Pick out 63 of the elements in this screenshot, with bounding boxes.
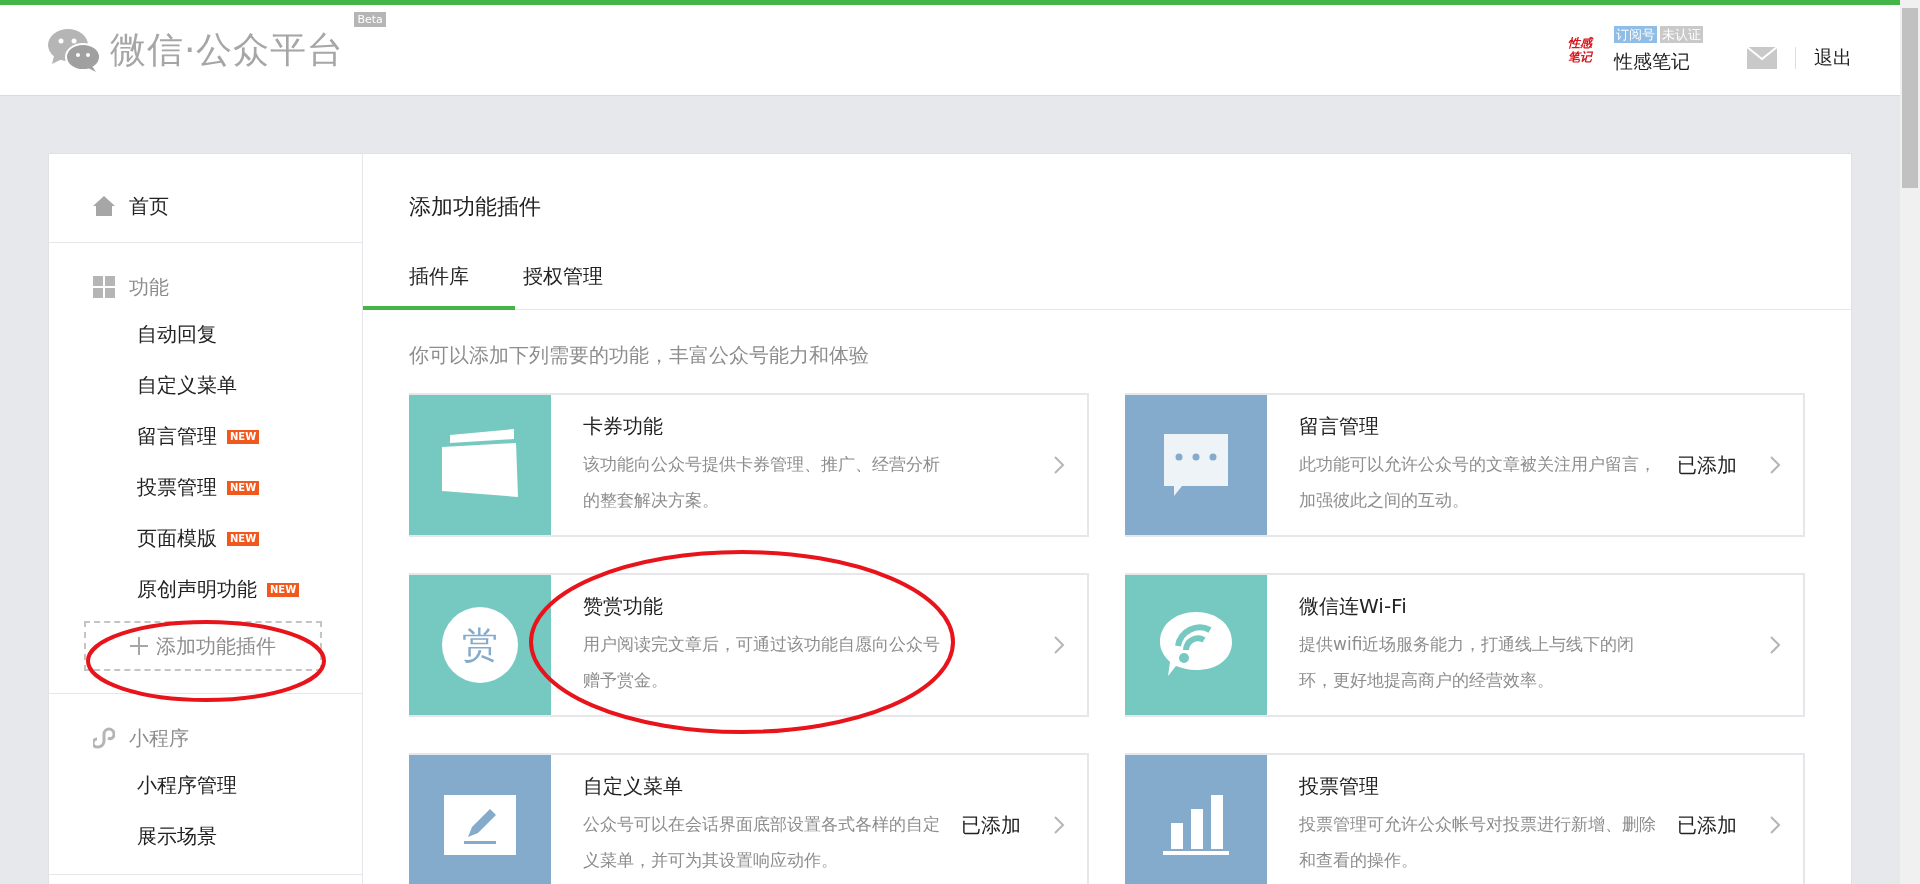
plugin-description: 投票管理可允许公众帐号对投票进行新增、删除和查看的操作。 — [1299, 813, 1657, 872]
account-avatar: 性感 笔记 — [1568, 35, 1592, 65]
plugin-card[interactable]: 赏 赞赏功能 用户阅读完文章后，可通过该功能自愿向公众号赠予赏金。 — [409, 573, 1089, 717]
new-badge: NEW — [227, 429, 260, 444]
plugin-card[interactable]: 留言管理 此功能可以允许公众号的文章被关注用户留言，加强彼此之间的互动。 已添加 — [1125, 393, 1805, 537]
sidebar-section[interactable]: 首页 — [49, 184, 362, 228]
plugin-description: 公众号可以在会话界面底部设置各式各样的自定义菜单，并可为其设置响应动作。 — [583, 813, 941, 872]
plugin-name: 卡券功能 — [583, 413, 664, 440]
added-status: 已添加 — [1677, 811, 1737, 839]
plugin-name: 赞赏功能 — [583, 593, 664, 620]
logo-text: 微信·公众平台 — [110, 27, 345, 72]
grid-icon — [93, 276, 115, 298]
wifi-bubble-icon — [1160, 612, 1232, 678]
new-badge: NEW — [267, 582, 300, 597]
chevron-right-icon — [1769, 815, 1781, 835]
plugin-name: 微信连Wi-Fi — [1299, 593, 1408, 620]
plugin-card[interactable]: 投票管理 投票管理可允许公众帐号对投票进行新增、删除和查看的操作。 已添加 — [1125, 753, 1805, 884]
plugin-card[interactable]: 微信连Wi-Fi 提供wifi近场服务能力，打通线上与线下的闭环，更好地提高商户的经营效率。 — [1125, 573, 1805, 717]
plugin-description: 该功能向公众号提供卡券管理、推广、经营分析的整套解决方案。 — [583, 453, 941, 512]
chevron-right-icon — [1769, 455, 1781, 475]
sidebar-item[interactable]: 原创声明功能 NEW — [49, 564, 362, 615]
reward-icon: 赏 — [442, 607, 518, 683]
sidebar-item[interactable]: 小程序管理 — [49, 760, 362, 811]
tab[interactable]: 授权管理 — [515, 263, 623, 310]
chat-bubbles-logo-icon — [48, 28, 100, 72]
sidebar-item[interactable]: 投票管理 NEW — [49, 462, 362, 513]
account-name[interactable]: 性感笔记 — [1614, 48, 1703, 75]
speech-bubble-icon — [1164, 434, 1228, 496]
plugin-card[interactable]: 自定义菜单 公众号可以在会话界面底部设置各式各样的自定义菜单，并可为其设置响应动作。 已添加 — [409, 753, 1089, 884]
plugin-name: 留言管理 — [1299, 413, 1380, 440]
tab[interactable]: 插件库 — [363, 263, 515, 310]
plugin-description: 用户阅读完文章后，可通过该功能自愿向公众号赠予赏金。 — [583, 633, 941, 692]
page-title: 添加功能插件 — [408, 193, 542, 221]
intro-text: 你可以添加下列需要的功能，丰富公众号能力和体验 — [409, 342, 870, 369]
plugin-description: 此功能可以允许公众号的文章被关注用户留言，加强彼此之间的互动。 — [1299, 453, 1657, 512]
plugin-name: 自定义菜单 — [583, 773, 684, 800]
home-icon — [93, 196, 115, 216]
plus-icon — [130, 637, 148, 655]
sidebar-item[interactable]: 页面模版 NEW — [49, 513, 362, 564]
scrollbar[interactable] — [1900, 0, 1920, 884]
chevron-right-icon — [1053, 815, 1065, 835]
sidebar-item[interactable]: 展示场景 — [49, 811, 362, 862]
sidebar-item[interactable]: 自定义菜单 — [49, 360, 362, 411]
new-badge: NEW — [227, 531, 260, 546]
new-badge: NEW — [227, 480, 260, 495]
plugin-name: 投票管理 — [1299, 773, 1380, 800]
mail-icon[interactable] — [1747, 47, 1777, 69]
plugin-description: 提供wifi近场服务能力，打通线上与线下的闭环，更好地提高商户的经营效率。 — [1299, 633, 1636, 692]
scroll-thumb[interactable] — [1902, 8, 1918, 188]
chevron-right-icon — [1053, 455, 1065, 475]
added-status: 已添加 — [961, 811, 1021, 839]
link-icon — [93, 727, 115, 749]
sidebar-item[interactable]: 留言管理 NEW — [49, 411, 362, 462]
chevron-right-icon — [1053, 635, 1065, 655]
bar-chart-icon — [1163, 795, 1229, 855]
added-status: 已添加 — [1677, 451, 1737, 479]
plugin-card[interactable]: 卡券功能 该功能向公众号提供卡券管理、推广、经营分析的整套解决方案。 — [409, 393, 1089, 537]
sidebar-item[interactable]: 自动回复 — [49, 309, 362, 360]
beta-badge: Beta — [354, 11, 386, 27]
logout-link[interactable]: 退出 — [1814, 45, 1852, 71]
chevron-right-icon — [1769, 635, 1781, 655]
pencil-icon — [444, 795, 516, 855]
account-tag: 订阅号 — [1614, 25, 1657, 43]
